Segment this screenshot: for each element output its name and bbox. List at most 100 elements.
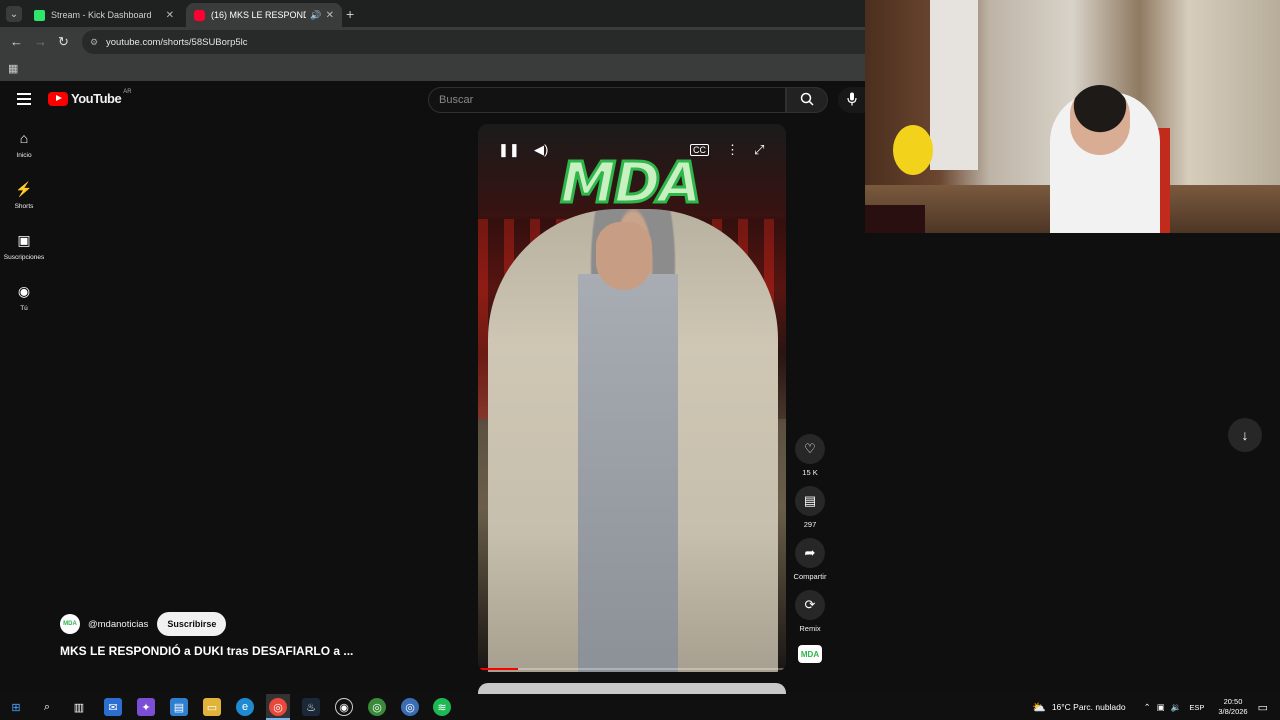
edge-icon[interactable]: e bbox=[236, 698, 254, 716]
clock-time: 20:50 bbox=[1223, 697, 1243, 706]
sidebar-item-home[interactable]: ⌂ Inicio bbox=[0, 122, 48, 173]
like-button[interactable]: ♡ 15 K bbox=[792, 434, 828, 477]
like-count: 15 K bbox=[802, 468, 818, 477]
webcam-overlay bbox=[865, 0, 1280, 233]
fullscreen-icon[interactable]: ⤢ bbox=[754, 142, 764, 158]
forward-icon[interactable]: → bbox=[34, 34, 47, 49]
more-options-icon[interactable]: ⋮ bbox=[726, 142, 739, 158]
share-button[interactable]: ➦ Compartir bbox=[792, 538, 828, 581]
comment-icon: ▤ bbox=[795, 486, 825, 516]
obs-icon[interactable]: ◉ bbox=[335, 698, 353, 716]
captions-icon[interactable]: CC bbox=[690, 144, 709, 156]
remix-button[interactable]: ⟳ Remix bbox=[792, 590, 828, 633]
clock-date: 3/8/2026 bbox=[1218, 707, 1248, 716]
close-tab-icon[interactable]: ✕ bbox=[326, 10, 334, 21]
subscribe-button[interactable]: Suscribirse bbox=[157, 612, 227, 636]
youtube-logo[interactable]: YouTube AR bbox=[48, 88, 132, 106]
sidebar-item-shorts[interactable]: ⚡ Shorts bbox=[0, 173, 48, 224]
webcam-duck-plush bbox=[893, 125, 933, 175]
notifications-icon[interactable]: ▭ bbox=[1258, 701, 1268, 714]
apps-grid-icon[interactable]: ▦ bbox=[8, 62, 18, 75]
chrome-profile-2-icon[interactable]: ◎ bbox=[401, 698, 419, 716]
kick-favicon-icon bbox=[34, 9, 45, 21]
comment-count: 297 bbox=[803, 520, 817, 529]
clock[interactable]: 20:50 3/8/2026 bbox=[1218, 697, 1247, 717]
microphone-icon bbox=[846, 92, 857, 109]
mini-guide: ⌂ Inicio ⚡ Shorts ▣ Suscripciones ◉ Tú bbox=[0, 122, 48, 326]
chrome-icon[interactable]: ◎ bbox=[269, 698, 287, 716]
webcam-door bbox=[930, 0, 978, 170]
sidebar-item-label: Inicio bbox=[16, 152, 32, 159]
youtube-favicon-icon bbox=[194, 9, 205, 21]
steam-icon[interactable]: ♨ bbox=[302, 698, 320, 716]
address-bar[interactable]: ⚙ youtube.com/shorts/58SUBorp5lc bbox=[82, 30, 865, 54]
file-explorer-icon[interactable]: ▭ bbox=[203, 698, 221, 716]
weather-icon[interactable]: ⛅ bbox=[1032, 701, 1046, 714]
chrome-profile-icon[interactable]: ◎ bbox=[368, 698, 386, 716]
shorts-player[interactable]: MDA ❚❚ ◀) CC ⋮ ⤢ bbox=[478, 124, 786, 672]
channel-row: MDA @mdanoticias Suscribirse bbox=[60, 612, 353, 636]
search-input[interactable]: Buscar bbox=[428, 87, 786, 113]
sidebar-item-subscriptions[interactable]: ▣ Suscripciones bbox=[0, 224, 48, 275]
shorts-icon: ⚡ bbox=[15, 181, 33, 197]
close-tab-icon[interactable]: ✕ bbox=[166, 10, 174, 21]
webcam-person-head bbox=[1070, 85, 1130, 155]
reload-icon[interactable]: ↻ bbox=[58, 34, 69, 50]
share-label: Compartir bbox=[793, 572, 827, 581]
browser-toolbar: ← → ↻ ⚙ youtube.com/shorts/58SUBorp5lc bbox=[0, 27, 865, 57]
start-icon[interactable]: ⊞ bbox=[7, 698, 25, 716]
sidebar-item-label: Shorts bbox=[14, 203, 34, 210]
share-icon: ➦ bbox=[795, 538, 825, 568]
speaker-icon[interactable]: 🔉 bbox=[1171, 702, 1182, 713]
url-text: youtube.com/shorts/58SUBorp5lc bbox=[106, 36, 248, 48]
avatar[interactable]: MDA bbox=[60, 614, 80, 634]
chevron-up-icon[interactable]: ⌃ bbox=[1144, 702, 1151, 713]
pause-icon[interactable]: ❚❚ bbox=[498, 142, 520, 158]
logo-country: AR bbox=[123, 88, 132, 95]
audio-playing-icon[interactable]: 🔊 bbox=[310, 10, 321, 21]
remix-label: Remix bbox=[799, 624, 821, 633]
subscriptions-icon: ▣ bbox=[17, 232, 31, 248]
youtube-header: YouTube AR Buscar bbox=[0, 81, 865, 119]
task-view-icon[interactable]: ▥ bbox=[70, 698, 88, 716]
outlook-icon[interactable]: ✉ bbox=[104, 698, 122, 716]
language-indicator[interactable]: ESP bbox=[1189, 703, 1204, 712]
tab-search-button[interactable]: ⌄ bbox=[6, 6, 22, 22]
site-info-icon[interactable]: ⚙ bbox=[90, 37, 100, 47]
network-icon[interactable]: ▣ bbox=[1157, 702, 1165, 713]
search-button[interactable] bbox=[786, 87, 828, 113]
menu-icon[interactable] bbox=[17, 93, 31, 105]
channel-avatar-small[interactable]: MDA bbox=[798, 645, 822, 663]
spotify-icon[interactable]: ≋ bbox=[433, 698, 451, 716]
youtube-play-icon bbox=[48, 91, 68, 106]
video-metadata: MDA @mdanoticias Suscribirse MKS LE RESP… bbox=[60, 612, 353, 658]
store-icon[interactable]: ▤ bbox=[170, 698, 188, 716]
volume-icon[interactable]: ◀) bbox=[534, 142, 548, 158]
logo-text: YouTube bbox=[71, 91, 122, 106]
comments-button[interactable]: ▤ 297 bbox=[792, 486, 828, 529]
system-tray: ⛅ 16°C Parc. nublado ⌃ ▣ 🔉 ESP 20:50 3/8… bbox=[1032, 694, 1280, 720]
channel-handle[interactable]: @mdanoticias bbox=[88, 619, 148, 630]
new-tab-button[interactable]: + bbox=[346, 6, 354, 22]
copilot-icon[interactable]: ✦ bbox=[137, 698, 155, 716]
remix-icon: ⟳ bbox=[795, 590, 825, 620]
sidebar-item-you[interactable]: ◉ Tú bbox=[0, 275, 48, 326]
video-title[interactable]: MKS LE RESPONDIÓ a DUKI tras DESAFIARLO … bbox=[60, 644, 353, 658]
video-overlay-logo: MDA bbox=[559, 150, 704, 217]
tab-youtube-short[interactable]: (16) MKS LE RESPONDIÓ a 🔊 ✕ bbox=[186, 3, 342, 27]
back-icon[interactable]: ← bbox=[10, 34, 23, 49]
tab-title: (16) MKS LE RESPONDIÓ a bbox=[211, 10, 307, 20]
voice-search-button[interactable] bbox=[838, 87, 865, 113]
weather-text[interactable]: 16°C Parc. nublado bbox=[1052, 702, 1126, 712]
webcam-keyboard bbox=[865, 205, 925, 233]
arrow-down-icon: ↓ bbox=[1241, 427, 1249, 443]
windows-taskbar: ⊞ ⌕ ▥ ✉ ✦ ▤ ▭ e ◎ ♨ ◉ ◎ ◎ ≋ ⛅ 16°C Parc.… bbox=[0, 694, 1280, 720]
search-icon[interactable]: ⌕ bbox=[38, 698, 56, 716]
like-icon: ♡ bbox=[795, 434, 825, 464]
video-figure-hoodie bbox=[578, 274, 678, 672]
video-figure-face bbox=[596, 222, 652, 290]
video-progress-bar[interactable] bbox=[478, 668, 786, 670]
tab-kick-dashboard[interactable]: Stream - Kick Dashboard ✕ bbox=[26, 3, 182, 27]
next-video-button[interactable]: ↓ bbox=[1228, 418, 1262, 452]
sidebar-item-label: Suscripciones bbox=[3, 254, 45, 261]
